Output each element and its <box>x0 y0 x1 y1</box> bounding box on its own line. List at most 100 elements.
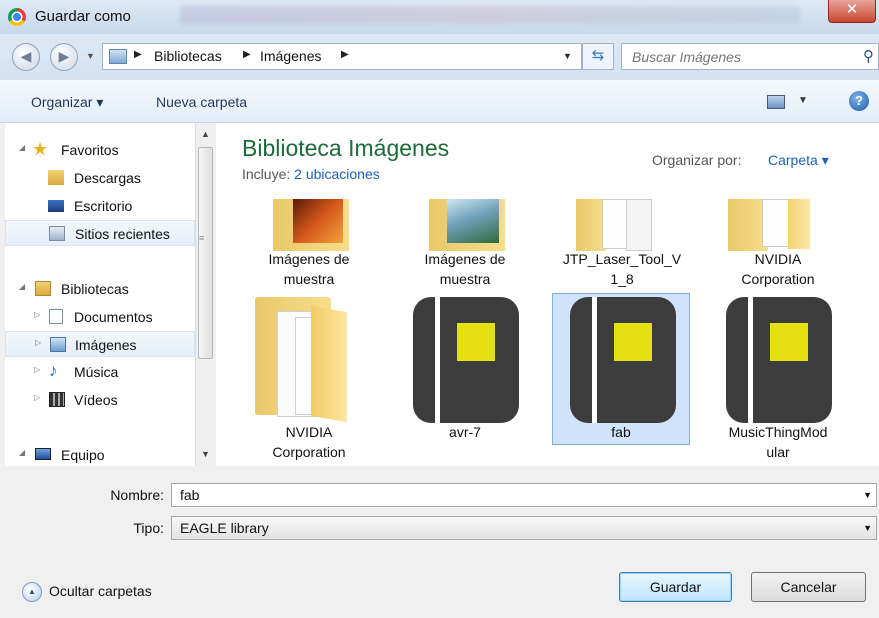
new-folder-button[interactable]: Nueva carpeta <box>156 94 247 110</box>
file-name-line1: Imágenes de <box>268 251 350 267</box>
view-options-dropdown-icon[interactable]: ▼ <box>798 95 808 106</box>
scroll-up-icon[interactable]: ▲ <box>201 129 210 139</box>
expanded-arrow-icon[interactable]: ◢ <box>19 143 25 152</box>
file-name-line2: Corporation <box>272 444 346 460</box>
close-button[interactable]: ✕ <box>828 0 876 23</box>
breadcrumb-separator-icon[interactable]: ▶ <box>243 49 251 60</box>
chrome-icon <box>8 8 26 26</box>
nav-item-videos[interactable]: ▷ Vídeos <box>5 387 195 413</box>
refresh-button[interactable]: ⇆ <box>582 43 614 70</box>
expanded-arrow-icon[interactable]: ◢ <box>19 448 25 457</box>
file-name-value[interactable]: fab <box>180 487 199 503</box>
collapsed-arrow-icon[interactable]: ▷ <box>34 365 40 374</box>
photo-folder-icon <box>429 199 505 251</box>
collapsed-arrow-icon[interactable]: ▷ <box>35 338 41 347</box>
nav-item-label: Música <box>74 364 119 380</box>
nav-item-documentos[interactable]: ▷ Documentos <box>5 304 195 330</box>
search-icon[interactable]: ⚲ <box>863 47 874 65</box>
nav-item-label: Documentos <box>74 309 153 325</box>
includes-label: Incluye: <box>242 166 291 182</box>
search-input[interactable] <box>630 47 854 67</box>
file-type-select[interactable]: EAGLE library ▼ <box>171 516 877 540</box>
library-icon <box>109 49 127 64</box>
file-name-line1: avr-7 <box>449 424 481 440</box>
file-item[interactable]: NVIDIA Corporation <box>710 199 846 295</box>
help-icon[interactable]: ? <box>849 91 869 111</box>
star-icon: ★ <box>32 139 49 159</box>
collapsed-arrow-icon[interactable]: ▷ <box>34 310 40 319</box>
title-bar: Guardar como ✕ <box>0 0 879 34</box>
nav-item-equipo[interactable]: ◢ Equipo <box>5 442 195 468</box>
nav-item-escritorio[interactable]: Escritorio <box>5 193 195 219</box>
command-bar: Organizar ▾ Nueva carpeta ▼ ? <box>0 80 879 123</box>
file-name-line1: NVIDIA <box>285 424 333 440</box>
file-item[interactable]: JTP_Laser_Tool_V 1_8 <box>554 199 690 295</box>
arrange-by-dropdown[interactable]: Carpeta ▾ <box>768 152 829 169</box>
save-button[interactable]: Guardar <box>619 572 732 602</box>
change-view-icon[interactable] <box>767 95 785 109</box>
back-arrow-icon: ◀ <box>20 48 32 64</box>
scroll-down-icon[interactable]: ▼ <box>201 449 210 459</box>
file-type-dropdown-icon[interactable]: ▼ <box>863 523 872 533</box>
nav-item-favoritos[interactable]: ◢ ★ Favoritos <box>5 137 195 163</box>
file-item-selected[interactable]: fab <box>552 293 690 445</box>
downloads-folder-icon <box>48 170 64 185</box>
cancel-button[interactable]: Cancelar <box>751 572 866 602</box>
search-box[interactable]: ⚲ <box>621 43 879 70</box>
file-name-field[interactable]: fab ▼ <box>171 483 877 507</box>
breadcrumb-separator-icon[interactable]: ▶ <box>341 49 349 60</box>
file-item[interactable]: MusicThingMod ular <box>710 295 846 463</box>
breadcrumb-imagenes[interactable]: Imágenes <box>260 48 321 64</box>
documents-icon <box>49 309 63 324</box>
locations-link[interactable]: 2 ubicaciones <box>294 166 380 182</box>
nav-item-label: Escritorio <box>74 198 133 214</box>
photo-folder-icon <box>273 199 349 251</box>
file-item[interactable]: Imágenes de muestra <box>241 199 377 295</box>
nav-item-label: Sitios recientes <box>75 226 170 242</box>
nav-item-bibliotecas[interactable]: ◢ Bibliotecas <box>5 276 195 302</box>
computer-icon <box>35 448 51 460</box>
file-list-pane: Biblioteca Imágenes Incluye: 2 ubicacion… <box>216 123 879 466</box>
file-name-line1: JTP_Laser_Tool_V <box>562 251 682 267</box>
nav-item-label: Equipo <box>61 447 105 463</box>
videos-icon <box>49 392 65 407</box>
file-item[interactable]: Imágenes de muestra <box>397 199 533 295</box>
folder-icon <box>576 199 666 251</box>
scrollbar-thumb[interactable] <box>198 147 213 359</box>
scrollbar-grip-icon: ≡ <box>199 233 205 243</box>
forward-button[interactable]: ▶ <box>50 43 78 71</box>
file-name-line2: Corporation <box>741 271 815 287</box>
file-name-line1: NVIDIA <box>754 251 802 267</box>
nav-item-label: Bibliotecas <box>61 281 129 297</box>
file-item[interactable]: NVIDIA Corporation <box>241 295 377 463</box>
organize-button[interactable]: Organizar ▾ <box>31 94 103 111</box>
expanded-arrow-icon[interactable]: ◢ <box>19 282 25 291</box>
nav-item-imagenes[interactable]: ▷ Imágenes <box>5 331 195 357</box>
save-options-area: Nombre: fab ▼ Tipo: EAGLE library ▼ ▲ Oc… <box>0 466 879 618</box>
file-name-line2: muestra <box>283 271 335 287</box>
history-dropdown-icon[interactable]: ▼ <box>86 51 95 61</box>
collapse-folders-icon[interactable]: ▲ <box>22 582 42 602</box>
file-type-value: EAGLE library <box>180 520 269 536</box>
breadcrumb-separator-icon[interactable]: ▶ <box>134 49 142 60</box>
arrange-by-label: Organizar por: <box>652 152 742 168</box>
file-type-label: Tipo: <box>133 520 164 536</box>
navigation-scrollbar[interactable]: ▲ ≡ ▼ <box>195 123 216 466</box>
nav-item-sitios-recientes[interactable]: Sitios recientes <box>5 220 195 246</box>
address-bar[interactable]: ▶ Bibliotecas ▶ Imágenes ▶ ▼ <box>102 43 582 70</box>
file-name-line2: ular <box>766 444 790 460</box>
address-dropdown-icon[interactable]: ▼ <box>563 51 572 61</box>
collapsed-arrow-icon[interactable]: ▷ <box>34 393 40 402</box>
file-name-dropdown-icon[interactable]: ▼ <box>863 490 872 500</box>
back-button[interactable]: ◀ <box>12 43 40 71</box>
file-name-line1: fab <box>611 424 631 440</box>
nav-item-descargas[interactable]: Descargas <box>5 165 195 191</box>
eagle-library-icon <box>570 297 676 423</box>
file-name-line2: 1_8 <box>610 271 634 287</box>
nav-item-musica[interactable]: ▷ ♪ Música <box>5 359 195 385</box>
libraries-icon <box>35 281 51 296</box>
breadcrumb-bibliotecas[interactable]: Bibliotecas <box>154 48 222 64</box>
file-item[interactable]: avr-7 <box>397 295 533 463</box>
hide-folders-button[interactable]: Ocultar carpetas <box>49 583 152 599</box>
library-title: Biblioteca Imágenes <box>242 135 450 161</box>
